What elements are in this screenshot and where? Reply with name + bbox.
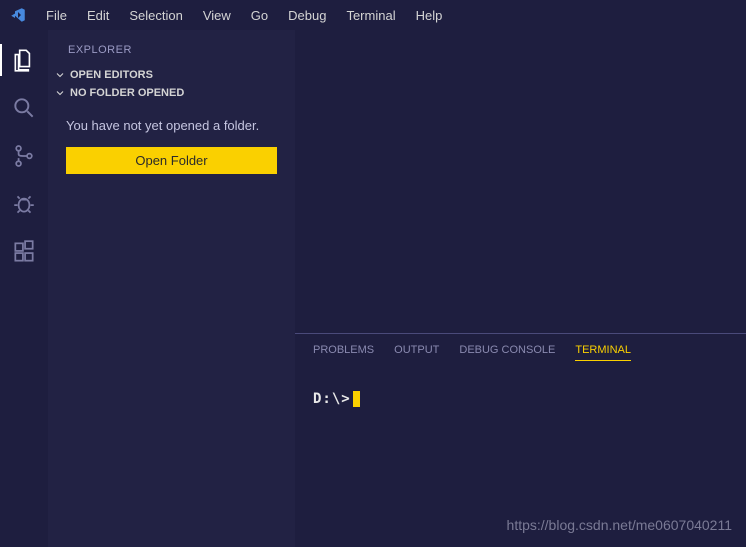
terminal-cursor xyxy=(353,391,360,407)
source-control-icon xyxy=(11,143,37,169)
files-icon xyxy=(11,47,37,73)
sidebar-title: EXPLORER xyxy=(48,38,295,66)
search-icon xyxy=(11,95,37,121)
no-folder-section[interactable]: NO FOLDER OPENED xyxy=(48,84,295,102)
menu-help[interactable]: Help xyxy=(406,4,453,27)
no-folder-label: NO FOLDER OPENED xyxy=(70,87,184,99)
menu-selection[interactable]: Selection xyxy=(119,4,192,27)
chevron-down-icon xyxy=(54,69,66,81)
tab-output[interactable]: OUTPUT xyxy=(394,344,439,361)
editor-empty xyxy=(295,30,746,333)
no-folder-message: You have not yet opened a folder. xyxy=(66,118,277,133)
extensions-icon xyxy=(11,239,37,265)
menu-debug[interactable]: Debug xyxy=(278,4,336,27)
watermark-text: https://blog.csdn.net/me0607040211 xyxy=(507,517,732,533)
no-folder-body: You have not yet opened a folder. Open F… xyxy=(48,102,295,184)
titlebar: File Edit Selection View Go Debug Termin… xyxy=(0,0,746,30)
open-folder-button[interactable]: Open Folder xyxy=(66,147,277,174)
activity-explorer[interactable] xyxy=(0,36,48,84)
tab-problems[interactable]: PROBLEMS xyxy=(313,344,374,361)
menu-edit[interactable]: Edit xyxy=(77,4,119,27)
terminal-prompt: D:\> xyxy=(313,391,351,407)
open-editors-section[interactable]: OPEN EDITORS xyxy=(48,66,295,84)
bug-icon xyxy=(11,191,37,217)
main-area: EXPLORER OPEN EDITORS NO FOLDER OPENED Y… xyxy=(0,30,746,547)
activity-search[interactable] xyxy=(0,84,48,132)
editor-area: PROBLEMS OUTPUT DEBUG CONSOLE TERMINAL D… xyxy=(295,30,746,547)
activity-debug[interactable] xyxy=(0,180,48,228)
menu-view[interactable]: View xyxy=(193,4,241,27)
activity-source-control[interactable] xyxy=(0,132,48,180)
menu-go[interactable]: Go xyxy=(241,4,278,27)
sidebar: EXPLORER OPEN EDITORS NO FOLDER OPENED Y… xyxy=(48,30,295,547)
chevron-down-icon xyxy=(54,87,66,99)
menu-bar: File Edit Selection View Go Debug Termin… xyxy=(36,4,452,27)
panel-tabs: PROBLEMS OUTPUT DEBUG CONSOLE TERMINAL xyxy=(295,334,746,371)
activity-extensions[interactable] xyxy=(0,228,48,276)
menu-file[interactable]: File xyxy=(36,4,77,27)
vscode-logo-icon xyxy=(8,5,28,25)
activity-bar xyxy=(0,30,48,547)
open-editors-label: OPEN EDITORS xyxy=(70,69,153,81)
terminal-body[interactable]: D:\> xyxy=(295,371,746,427)
menu-terminal[interactable]: Terminal xyxy=(336,4,405,27)
tab-debug-console[interactable]: DEBUG CONSOLE xyxy=(459,344,555,361)
bottom-panel: PROBLEMS OUTPUT DEBUG CONSOLE TERMINAL D… xyxy=(295,333,746,547)
tab-terminal[interactable]: TERMINAL xyxy=(575,344,631,361)
